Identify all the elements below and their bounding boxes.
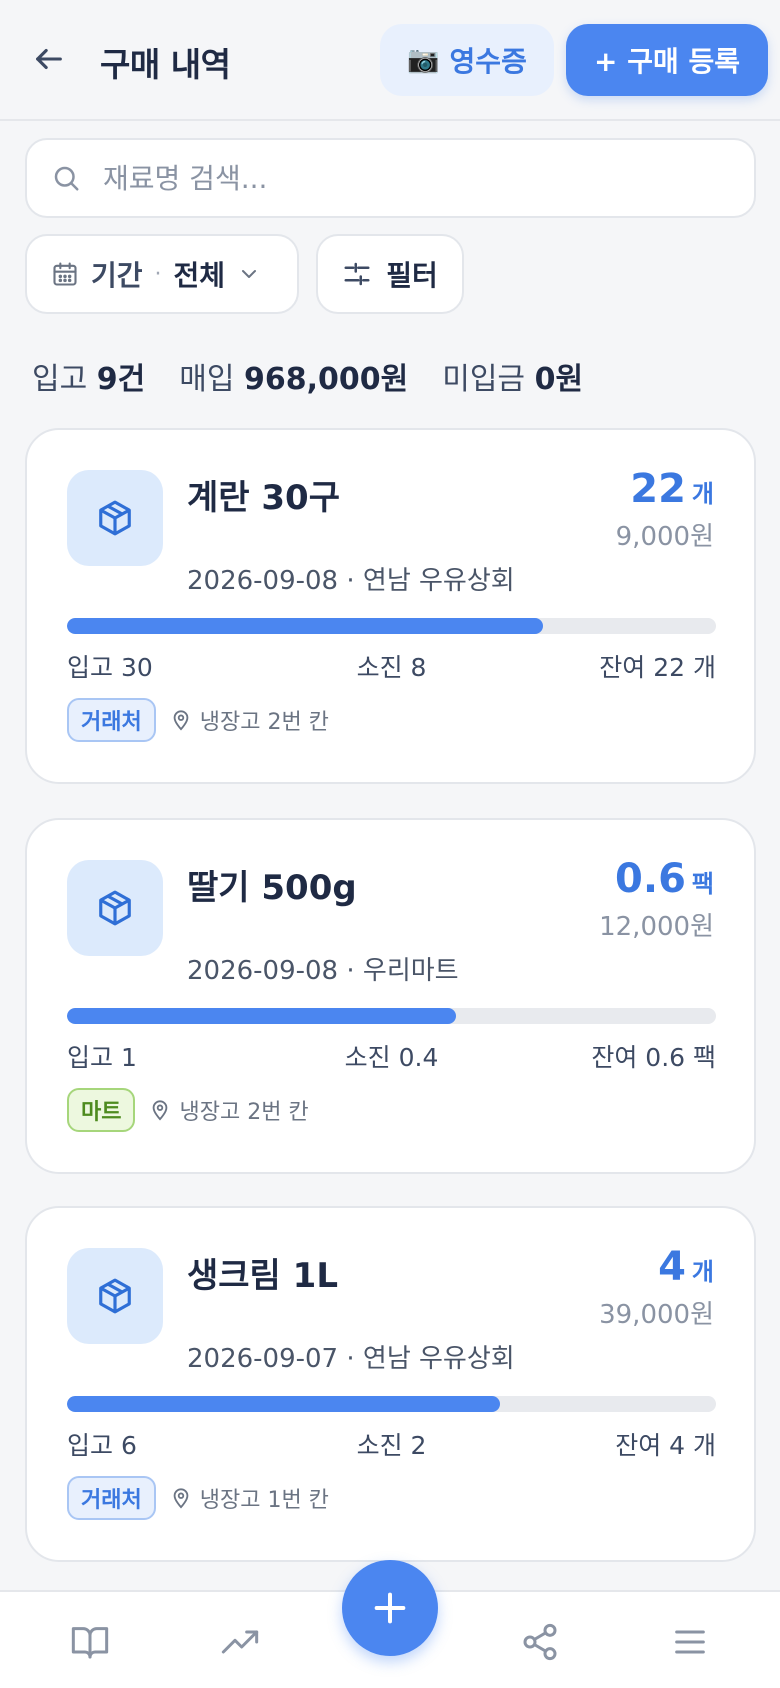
stat-left: 잔여 22 개 [599,653,716,682]
period-label: 기간 [91,259,143,292]
nav-recipes-button[interactable] [60,1612,120,1672]
stat-left: 잔여 0.6 팩 [591,1043,716,1072]
item-meta: 2026-09-08 · 우리마트 [187,956,459,986]
purchase-card[interactable]: 계란 30구 22 개 9,000원 2026-09-08 · 연남 우유상회 입… [25,428,756,784]
filter-button[interactable]: 필터 [316,234,464,314]
purchase-history-page: 구매 내역 📷 영수증 + 구매 등록 기간 · 전체 [0,0,780,1688]
item-quantity: 0.6 팩 [615,856,714,902]
summary-unpaid-label: 미입금 [442,362,526,397]
vendor-tag: 거래처 [67,698,156,742]
quantity-unit: 팩 [691,870,714,898]
item-thumbnail [67,860,163,956]
calendar-icon [53,262,77,286]
location-label: 냉장고 2번 칸 [199,710,329,735]
tag-row: 거래처 냉장고 1번 칸 [67,1476,329,1520]
vendor-tag: 거래처 [67,1476,156,1520]
menu-icon [675,1630,705,1654]
stat-left: 잔여 4 개 [615,1431,716,1460]
quantity-value: 0.6 [615,856,686,902]
summary-in-label: 입고 [32,362,88,397]
purchase-card[interactable]: 생크림 1L 4개 39,000원 2026-09-07 · 연남 우유상회 입… [25,1206,756,1562]
summary-in-value: 9건 [96,362,146,397]
stock-progress-bar [67,1008,716,1024]
storage-location: 냉장고 2번 칸 [149,1094,309,1126]
add-fab-button[interactable] [342,1560,438,1656]
search-icon [54,166,79,191]
trending-up-icon [221,1630,259,1654]
stock-progress-fill [67,618,543,634]
stock-progress-bar [67,1396,716,1412]
item-name: 딸기 500g [187,868,357,908]
stock-progress-bar [67,618,716,634]
quantity-unit: 개 [691,1258,714,1286]
quantity-value: 4 [658,1244,686,1290]
item-thumbnail [67,1248,163,1344]
period-filter-button[interactable]: 기간 · 전체 [25,234,299,314]
location-label: 냉장고 2번 칸 [179,1100,309,1125]
receipt-button-label: 영수증 [449,45,527,78]
package-icon [99,890,131,926]
item-meta: 2026-09-08 · 연남 우유상회 [187,566,515,596]
item-price: 39,000원 [599,1300,714,1330]
item-quantity: 4개 [658,1244,714,1290]
app-header: 구매 내역 📷 영수증 + 구매 등록 [0,0,780,121]
package-icon [99,1278,131,1314]
tag-row: 거래처 냉장고 2번 칸 [67,698,329,742]
back-arrow-icon [36,48,62,70]
mart-tag: 마트 [67,1088,136,1132]
item-name: 생크림 1L [187,1256,338,1296]
register-purchase-button[interactable]: + 구매 등록 [566,24,768,96]
summary-in: 입고 9건 [32,354,145,398]
summary-row: 입고 9건 매입 968,000원 미입금 0원 [32,354,583,398]
nav-share-button[interactable] [510,1612,570,1672]
quantity-unit: 개 [691,480,714,508]
search-bar[interactable] [25,138,756,218]
location-pin-icon [153,1100,168,1121]
filter-button-label: 필터 [386,259,438,292]
location-pin-icon [173,1488,189,1509]
book-icon [71,1627,109,1659]
search-input[interactable] [103,161,703,195]
period-value: 전체 [173,259,226,292]
chevron-down-icon [242,270,257,278]
item-price: 12,000원 [599,912,714,942]
quantity-value: 22 [630,466,686,512]
period-separator: · [154,261,162,287]
receipt-button[interactable]: 📷 영수증 [380,24,554,96]
nav-menu-button[interactable] [660,1612,720,1672]
summary-buy: 매입 968,000원 [179,354,408,398]
page-title: 구매 내역 [100,45,231,84]
location-label: 냉장고 1번 칸 [199,1488,329,1513]
item-quantity: 22 개 [630,466,714,512]
summary-buy-value: 968,000원 [243,362,409,397]
item-meta: 2026-09-07 · 연남 우유상회 [187,1344,515,1374]
back-button[interactable] [26,36,72,82]
stock-stats: 입고 6 소진 2 잔여 4 개 [67,1426,716,1460]
stock-stats: 입고 30 소진 8 잔여 22 개 [67,648,716,682]
tag-row: 마트 냉장고 2번 칸 [67,1088,309,1132]
nav-trends-button[interactable] [210,1612,270,1672]
item-thumbnail [67,470,163,566]
storage-location: 냉장고 2번 칸 [170,704,329,736]
stock-progress-fill [67,1396,500,1412]
summary-unpaid: 미입금 0원 [442,354,583,398]
stock-stats: 입고 1 소진 0.4 잔여 0.6 팩 [67,1038,716,1072]
share-icon [523,1623,557,1661]
summary-unpaid-value: 0원 [534,362,584,397]
item-name: 계란 30구 [187,478,340,518]
location-pin-icon [173,710,189,731]
item-price: 9,000원 [615,522,714,552]
stock-progress-fill [67,1008,457,1024]
camera-icon: 📷 [407,45,440,75]
package-icon [99,500,131,536]
purchase-card[interactable]: 딸기 500g 0.6 팩 12,000원 2026-09-08 · 우리마트 입… [25,818,756,1174]
sliders-icon [344,262,370,286]
plus-icon [374,1592,406,1624]
summary-buy-label: 매입 [179,362,235,397]
storage-location: 냉장고 1번 칸 [170,1482,329,1514]
